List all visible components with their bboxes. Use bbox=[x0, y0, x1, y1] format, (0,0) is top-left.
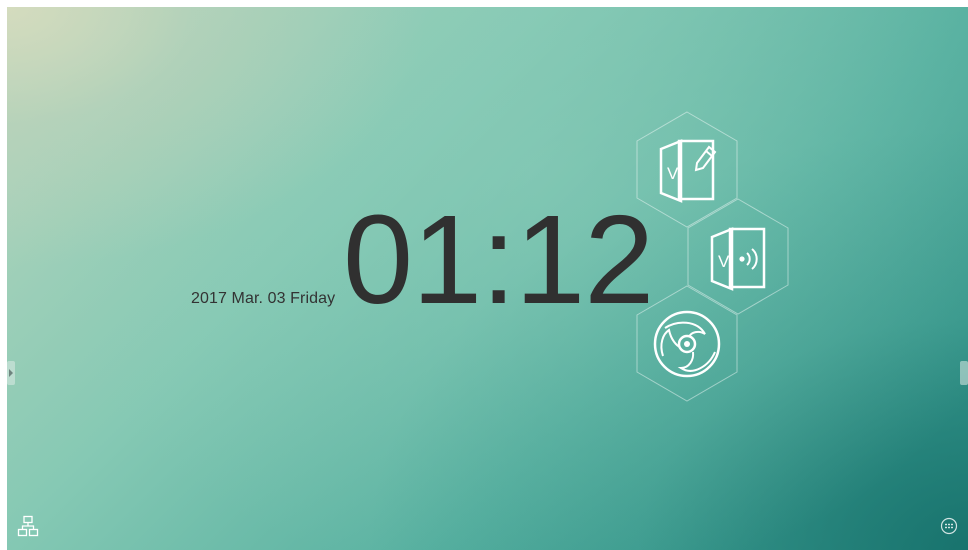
tile-letter: V bbox=[667, 164, 679, 183]
right-sidebar-handle[interactable] bbox=[960, 361, 968, 385]
wireless-display-icon: V bbox=[710, 227, 766, 291]
tile-letter: V bbox=[718, 252, 730, 271]
chevron-right-icon bbox=[9, 369, 13, 377]
browser-app-icon bbox=[653, 310, 721, 378]
wireless-display-tile[interactable]: V bbox=[688, 207, 788, 307]
network-icon bbox=[17, 515, 39, 537]
whiteboard-app-icon: V bbox=[659, 139, 717, 203]
network-button[interactable] bbox=[17, 515, 39, 537]
app-grid-button[interactable] bbox=[940, 517, 958, 535]
home-screen: 2017 Mar. 03 Friday 01:12 V V bbox=[7, 7, 968, 550]
date-label: 2017 Mar. 03 Friday bbox=[191, 290, 336, 307]
app-grid-icon bbox=[940, 517, 958, 535]
whiteboard-app-tile[interactable]: V bbox=[637, 119, 737, 219]
browser-app-tile[interactable] bbox=[637, 294, 737, 394]
clock-time: 01:12 bbox=[343, 189, 654, 330]
left-sidebar-handle[interactable] bbox=[7, 361, 15, 385]
